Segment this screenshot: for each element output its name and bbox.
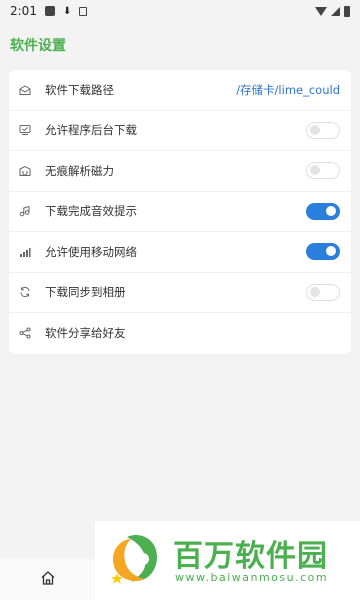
setting-label: 下载完成音效提示	[45, 204, 137, 219]
music-note-icon	[19, 205, 31, 217]
setting-download-path[interactable]: 软件下载路径 /存储卡/lime_could	[9, 70, 351, 111]
setting-complete-sound: 下载完成音效提示	[9, 192, 351, 232]
monitor-icon	[19, 124, 31, 136]
page-title: 软件设置	[10, 38, 66, 54]
setting-label: 下载同步到相册	[45, 285, 126, 300]
setting-label: 允许程序后台下载	[45, 123, 137, 138]
setting-sync-album: 下载同步到相册	[9, 273, 351, 313]
sync-icon	[19, 286, 31, 298]
background-download-toggle[interactable]	[306, 121, 340, 139]
signal-bars-icon	[19, 246, 31, 258]
share-icon	[19, 327, 31, 339]
mobile-network-toggle[interactable]	[306, 243, 340, 261]
bottom-nav	[0, 559, 95, 600]
sync-album-toggle[interactable]	[306, 283, 340, 301]
setting-label: 允许使用移动网络	[45, 244, 137, 259]
settings-card: 软件下载路径 /存储卡/lime_could 允许程序后台下载 无痕解析磁力 下…	[9, 70, 351, 354]
setting-traceless-magnet: 无痕解析磁力	[9, 151, 351, 192]
battery-icon	[344, 5, 350, 17]
toggle-knob	[326, 246, 336, 257]
download-icon: ⬇	[62, 5, 72, 17]
brand-url: www.baiwanmosu.com	[175, 571, 329, 584]
wifi-icon	[315, 6, 327, 16]
magnet-box-icon	[19, 165, 31, 177]
toggle-knob	[310, 124, 320, 135]
app-notification-icon	[79, 6, 88, 16]
toggle-knob	[310, 286, 320, 297]
status-time: 2:01	[10, 4, 37, 18]
setting-background-download: 允许程序后台下载	[9, 111, 351, 151]
complete-sound-toggle[interactable]	[306, 202, 340, 220]
cell-signal-icon	[331, 6, 340, 16]
status-bar: 2:01 ⬇	[0, 0, 360, 22]
brand-name: 百万软件园	[173, 539, 328, 574]
toggle-knob	[310, 165, 320, 176]
toggle-knob	[326, 205, 336, 216]
traceless-magnet-toggle[interactable]	[306, 162, 340, 180]
setting-share-app[interactable]: 软件分享给好友	[9, 313, 351, 354]
setting-label: 软件下载路径	[45, 82, 114, 97]
setting-label: 软件分享给好友	[45, 326, 126, 341]
setting-mobile-network: 允许使用移动网络	[9, 232, 351, 273]
notification-icon	[44, 6, 55, 16]
mailbox-icon	[19, 84, 31, 96]
download-path-value[interactable]: /存储卡/lime_could	[236, 82, 340, 98]
promo-banner: 百万软件园 www.baiwanmosu.com	[95, 521, 360, 600]
setting-label: 无痕解析磁力	[45, 163, 114, 178]
brand-logo	[111, 535, 157, 584]
home-icon[interactable]	[40, 570, 56, 590]
